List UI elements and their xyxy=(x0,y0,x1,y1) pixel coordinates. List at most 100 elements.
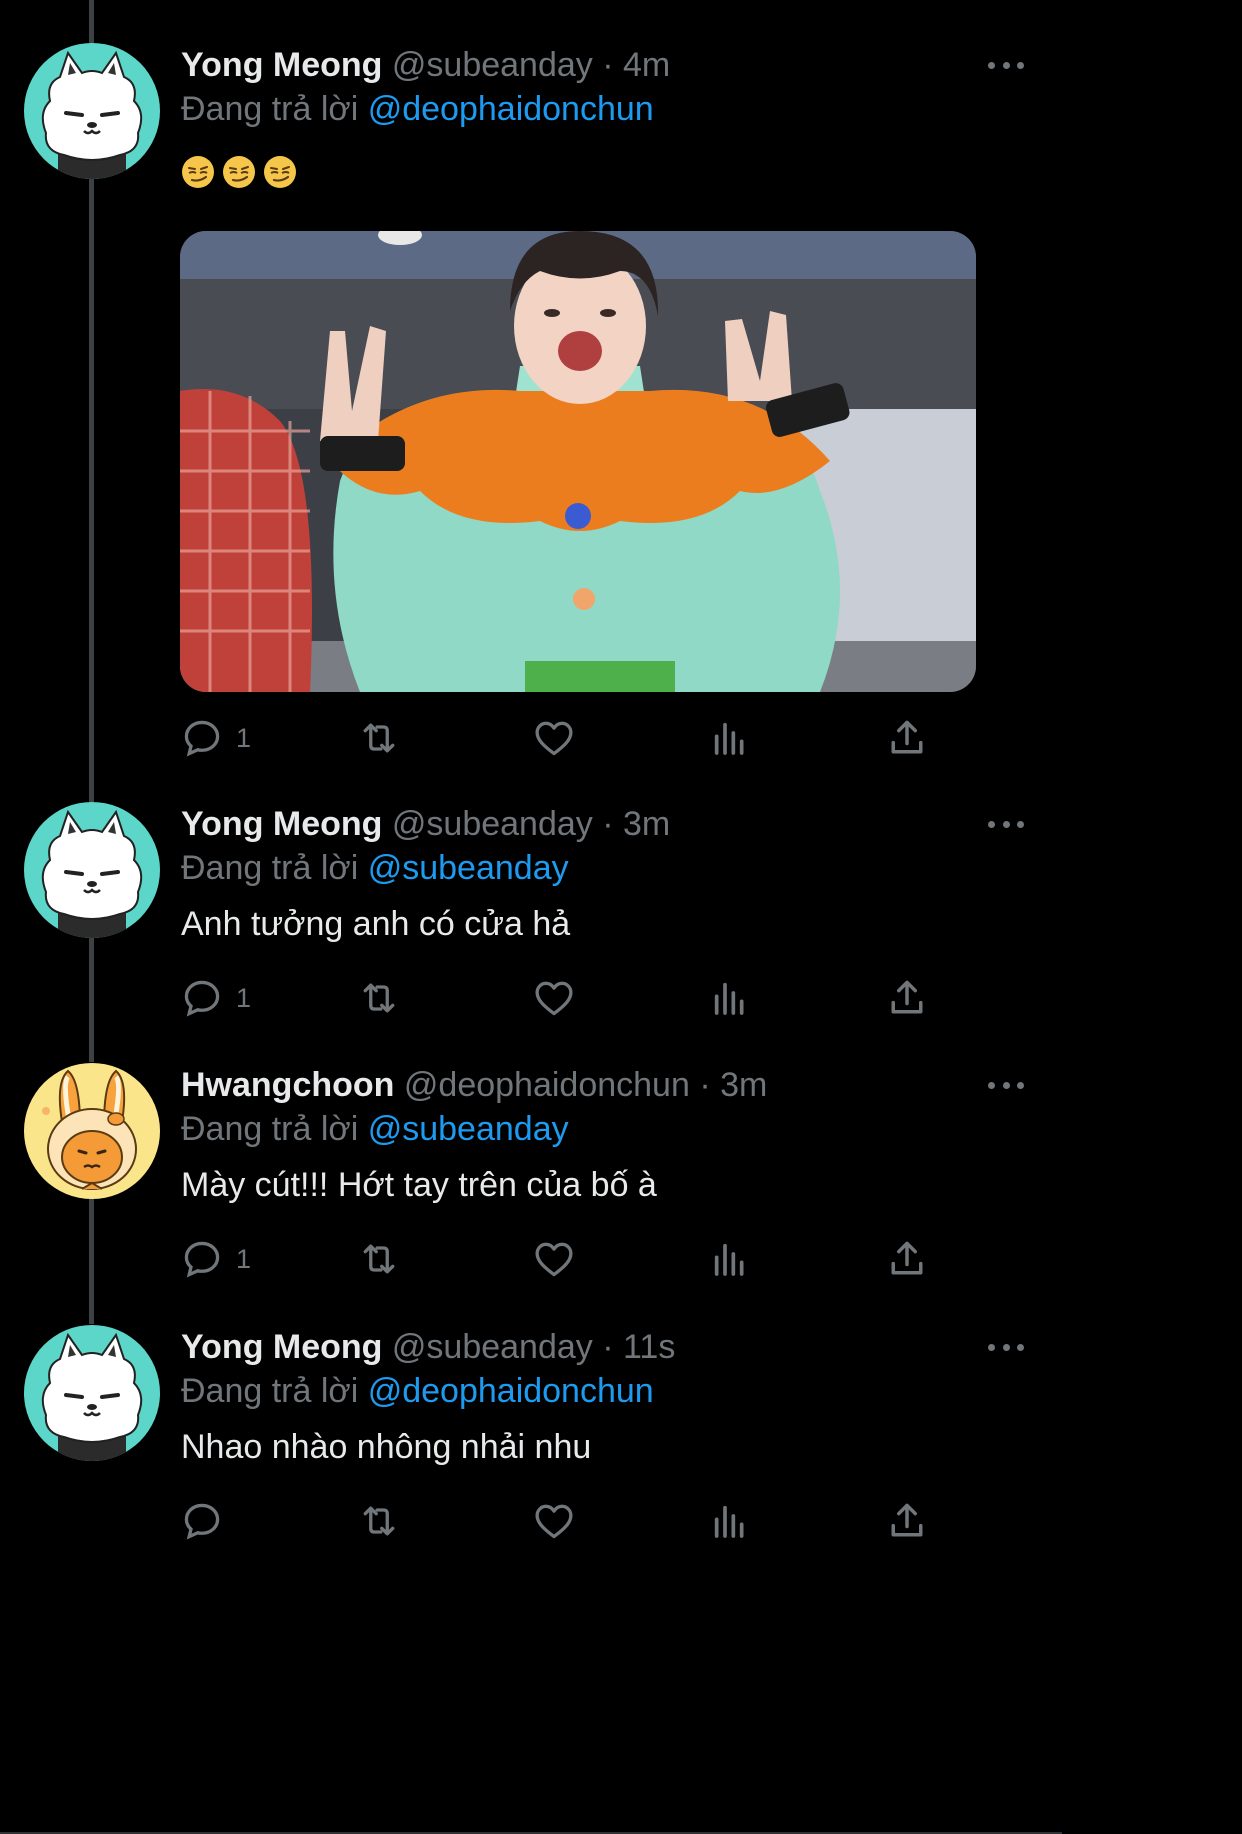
display-name[interactable]: Yong Meong xyxy=(181,46,382,84)
reply-label: Đang trả lời xyxy=(181,1110,359,1148)
share-button[interactable] xyxy=(885,714,929,762)
reply-mention-link[interactable]: @subeanday xyxy=(368,1110,569,1148)
more-dots-icon[interactable] xyxy=(988,812,1024,836)
reply-context: Đang trả lời @deophaidonchun xyxy=(181,87,654,131)
orange-bunny-avatar-icon xyxy=(24,1063,160,1199)
avatar[interactable] xyxy=(24,1325,160,1461)
tweet-actions: 1 xyxy=(180,714,940,762)
speech-bubble-icon xyxy=(184,1503,220,1540)
like-button[interactable] xyxy=(532,974,576,1022)
views-button[interactable] xyxy=(710,714,750,762)
tweet-photo[interactable] xyxy=(180,231,976,692)
speech-bubble-icon xyxy=(184,980,220,1017)
reply-mention-link[interactable]: @deophaidonchun xyxy=(368,1372,654,1410)
display-name[interactable]: Yong Meong xyxy=(181,1328,382,1366)
tweet-header: Yong Meong @subeanday · 3m xyxy=(181,802,670,846)
like-button[interactable] xyxy=(532,1497,576,1545)
display-name[interactable]: Yong Meong xyxy=(181,805,382,843)
reply-button[interactable]: 1 xyxy=(180,974,251,1022)
username[interactable]: @subeanday xyxy=(392,805,593,843)
retweet-button[interactable] xyxy=(356,974,402,1022)
tweet[interactable]: Hwangchoon @deophaidonchun · 3m Đang trả… xyxy=(0,1063,1062,1303)
smirking-face-emoji-icon xyxy=(223,156,255,188)
views-button[interactable] xyxy=(710,974,750,1022)
reply-button[interactable]: 1 xyxy=(180,1235,251,1283)
reply-count: 1 xyxy=(236,1243,252,1274)
reply-context: Đang trả lời @deophaidonchun xyxy=(181,1369,654,1413)
white-fox-avatar-icon xyxy=(24,1325,160,1461)
avatar[interactable] xyxy=(24,1063,160,1199)
tweet-actions xyxy=(180,1497,940,1545)
more-dots-icon[interactable] xyxy=(988,53,1024,77)
bar-chart-icon xyxy=(714,982,744,1015)
display-name[interactable]: Hwangchoon xyxy=(181,1066,394,1104)
speech-bubble-icon xyxy=(184,1241,220,1278)
retweet-icon xyxy=(363,1506,395,1536)
reply-label: Đang trả lời xyxy=(181,90,359,128)
tweet[interactable]: Yong Meong @subeanday · 3m Đang trả lời … xyxy=(0,802,1062,1042)
emoji-row xyxy=(181,155,297,189)
person-peace-sign-photo xyxy=(180,231,976,692)
heart-icon xyxy=(535,721,573,756)
heart-icon xyxy=(535,1242,573,1277)
tweet-header: Hwangchoon @deophaidonchun · 3m xyxy=(181,1063,767,1107)
share-upload-icon xyxy=(891,980,923,1014)
reply-button[interactable] xyxy=(180,1497,236,1545)
more-dots-icon[interactable] xyxy=(988,1335,1024,1359)
like-button[interactable] xyxy=(532,714,576,762)
tweet[interactable]: Yong Meong @subeanday · 4m Đang trả lời … xyxy=(0,43,1062,778)
retweet-icon xyxy=(363,983,395,1013)
speech-bubble-icon xyxy=(184,720,220,757)
reply-context: Đang trả lời @subeanday xyxy=(181,1107,569,1151)
retweet-button[interactable] xyxy=(356,1235,402,1283)
share-button[interactable] xyxy=(885,974,929,1022)
smirking-face-emoji-icon xyxy=(264,156,296,188)
username[interactable]: @subeanday xyxy=(392,46,593,84)
tweet-header: Yong Meong @subeanday · 11s xyxy=(181,1325,675,1369)
timestamp[interactable]: · 3m xyxy=(602,805,670,843)
retweet-button[interactable] xyxy=(356,1497,402,1545)
bar-chart-icon xyxy=(714,1243,744,1276)
tweet-text: Mày cút!!! Hớt tay trên của bố à xyxy=(181,1166,657,1204)
retweet-icon xyxy=(363,723,395,753)
username[interactable]: @subeanday xyxy=(392,1328,593,1366)
reply-count: 1 xyxy=(236,722,252,753)
reply-count: 1 xyxy=(236,982,252,1013)
reply-label: Đang trả lời xyxy=(181,849,359,887)
tweet-actions: 1 xyxy=(180,1235,940,1283)
tweet-actions: 1 xyxy=(180,974,940,1022)
share-upload-icon xyxy=(891,720,923,754)
views-button[interactable] xyxy=(710,1235,750,1283)
reply-mention-link[interactable]: @subeanday xyxy=(368,849,569,887)
reply-button[interactable]: 1 xyxy=(180,714,251,762)
tweet-text: Anh tưởng anh có cửa hả xyxy=(181,905,571,943)
more-dots-icon[interactable] xyxy=(988,1073,1024,1097)
tweet-text: Nhao nhào nhông nhải nhu xyxy=(181,1428,592,1466)
heart-icon xyxy=(535,1504,573,1539)
reply-mention-link[interactable]: @deophaidonchun xyxy=(368,90,654,128)
retweet-button[interactable] xyxy=(356,714,402,762)
bar-chart-icon xyxy=(714,1505,744,1538)
reply-context: Đang trả lời @subeanday xyxy=(181,846,569,890)
tweet-header: Yong Meong @subeanday · 4m xyxy=(181,43,670,87)
smirking-face-emoji-icon xyxy=(182,156,214,188)
bar-chart-icon xyxy=(714,722,744,755)
thread-line xyxy=(89,0,94,44)
share-upload-icon xyxy=(891,1503,923,1537)
timestamp[interactable]: · 4m xyxy=(602,46,670,84)
avatar[interactable] xyxy=(24,43,160,179)
white-fox-avatar-icon xyxy=(24,43,160,179)
heart-icon xyxy=(535,981,573,1016)
timestamp[interactable]: · 11s xyxy=(602,1328,675,1366)
share-button[interactable] xyxy=(885,1497,929,1545)
username[interactable]: @deophaidonchun xyxy=(404,1066,690,1104)
retweet-icon xyxy=(363,1244,395,1274)
reply-label: Đang trả lời xyxy=(181,1372,359,1410)
avatar[interactable] xyxy=(24,802,160,938)
tweet[interactable]: Yong Meong @subeanday · 11s Đang trả lời… xyxy=(0,1325,1062,1565)
share-button[interactable] xyxy=(885,1235,929,1283)
timestamp[interactable]: · 3m xyxy=(699,1066,767,1104)
like-button[interactable] xyxy=(532,1235,576,1283)
views-button[interactable] xyxy=(710,1497,750,1545)
share-upload-icon xyxy=(891,1241,923,1275)
